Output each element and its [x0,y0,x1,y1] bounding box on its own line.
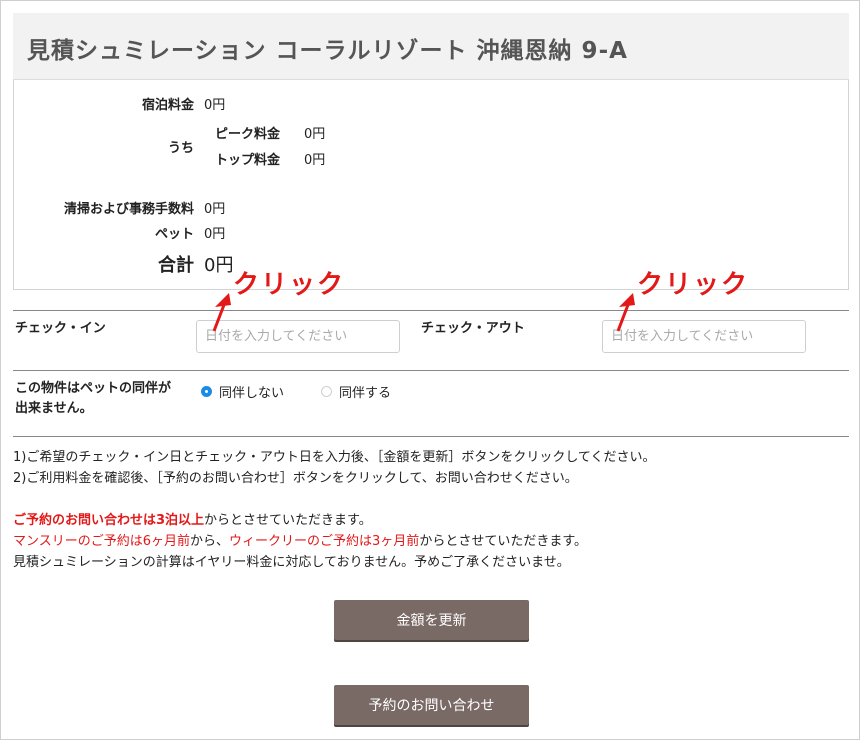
weekly-notice: ウィークリーのご予約は3ヶ月前 [229,534,420,549]
total-value: 0円 [204,255,234,276]
monthly-notice: マンスリーのご予約は6ヶ月前 [13,534,191,549]
pet-fee-value: 0円 [204,227,226,242]
checkin-label: チェック・イン [15,321,106,336]
title-bar: 見積シュミレーション コーラルリゾート 沖縄恩納 9-A [13,13,849,80]
total-label: 合計 [158,255,194,276]
advance-notice-rest: からとさせていただきます。 [419,534,588,549]
pet-policy-label-line1: この物件はペットの同伴が [15,381,172,396]
pet-fee-label: ペット [154,227,194,242]
instruction-1: 1)ご希望のチェック・イン日とチェック・アウト日を入力後、［金額を更新］ボタンを… [13,450,656,465]
min-stay-notice: ご予約のお問い合わせは3泊以上からとさせていただきます。 [13,509,372,528]
cleaning-fee-label: 清掃および事務手数料 [63,202,194,217]
top-fee-value: 0円 [304,153,326,168]
radio-no-pet[interactable] [201,386,212,397]
instruction-2: 2)ご利用料金を確認後、［予約のお問い合わせ］ボタンをクリックして、お問い合わせ… [13,471,578,486]
divider [13,370,849,371]
min-stay-rest: からとさせていただきます。 [204,513,372,528]
page-frame: 見積シュミレーション コーラルリゾート 沖縄恩納 9-A 宿泊料金 0円 うち … [0,0,860,740]
radio-with-pet[interactable] [321,386,332,397]
pet-policy-label-line2: 出来ません。 [15,401,93,416]
breakdown-label: うち [167,141,194,156]
cleaning-fee-value: 0円 [204,202,226,217]
stay-fee-label: 宿泊料金 [141,98,194,113]
divider [13,310,849,311]
pointer-arrow-right-icon [616,293,635,332]
peak-fee-value: 0円 [304,127,326,142]
stay-fee-value: 0円 [204,98,226,113]
min-stay-emphasis: ご予約のお問い合わせは3泊以上 [13,513,205,528]
notice-connector: から、 [190,534,230,549]
checkout-label: チェック・アウト [421,321,525,336]
reservation-inquiry-button[interactable]: 予約のお問い合わせ [334,685,529,725]
update-price-button[interactable]: 金額を更新 [334,600,529,640]
click-annotation-left: クリック [233,270,346,300]
click-annotation-right: クリック [637,270,750,300]
radio-with-pet-label[interactable]: 同伴する [339,382,391,401]
price-summary: 宿泊料金 0円 うち ピーク料金 0円 トップ料金 0円 清掃および事務手数料 … [13,80,849,290]
radio-no-pet-label[interactable]: 同伴しない [219,382,284,401]
top-fee-label: トップ料金 [215,153,281,168]
advance-booking-notice: マンスリーのご予約は6ヶ月前から、ウィークリーのご予約は3ヶ月前からとさせていた… [13,530,587,549]
page-title: 見積シュミレーション コーラルリゾート 沖縄恩納 9-A [27,38,628,64]
peak-fee-label: ピーク料金 [215,127,281,142]
divider [13,436,849,437]
pointer-arrow-left-icon [212,293,231,332]
yearly-rate-notice: 見積シュミレーションの計算はイヤリー料金に対応しておりません。予めご了承ください… [13,555,570,570]
